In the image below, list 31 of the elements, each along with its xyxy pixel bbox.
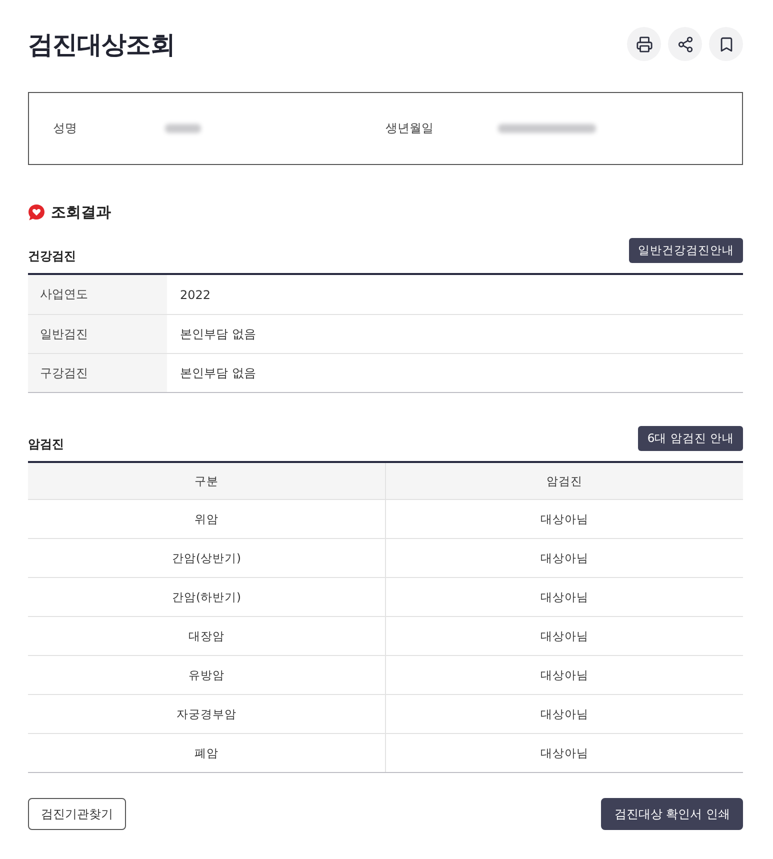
table-cell: 대상아님 — [385, 734, 743, 772]
table-cell-text: 간암(상반기) — [171, 550, 242, 566]
section-title: 조회결과 — [51, 203, 111, 222]
page-title: 검진대상조회 — [28, 28, 175, 60]
print-button[interactable] — [627, 27, 661, 61]
subsection-title: 암검진 — [28, 436, 64, 453]
table-cell-text: 자궁경부암 — [176, 706, 238, 722]
print-icon — [636, 36, 652, 52]
row-header: 일반검진 — [28, 315, 167, 353]
share-icon — [676, 36, 694, 52]
table-cell-text: 폐암 — [194, 744, 220, 762]
find-clinic-button[interactable]: 검진기관찾기 — [28, 798, 126, 830]
table-cell-text: 2022 — [179, 286, 212, 304]
guide-button[interactable]: 6대 암검진 안내 — [638, 426, 743, 451]
field-label: 생년월일 — [386, 120, 434, 137]
table-cell-text: 간암(하반기) — [171, 588, 242, 606]
field-label: 성명 — [53, 120, 78, 137]
row-header: 사업연도 — [28, 275, 167, 314]
table-cell-text: 위암 — [194, 510, 220, 528]
print-certificate-button[interactable]: 검진대상 확인서 인쇄 — [601, 798, 743, 830]
subsection-title: 건강검진 — [28, 248, 76, 265]
table-cell-text: 본인부담 없음 — [179, 364, 257, 382]
table-cell-text: 대장암 — [188, 628, 226, 644]
table-cell-text: 유방암 — [188, 666, 226, 684]
column-header: 구분 — [194, 472, 220, 490]
share-button[interactable] — [668, 27, 702, 61]
bookmark-button[interactable] — [709, 27, 743, 61]
guide-button[interactable]: 일반건강검진안내 — [629, 238, 743, 263]
heart-bubble-icon — [28, 204, 45, 221]
row-header: 구강검진 — [28, 354, 167, 392]
table-cell-text: 본인부담 없음 — [179, 326, 257, 342]
